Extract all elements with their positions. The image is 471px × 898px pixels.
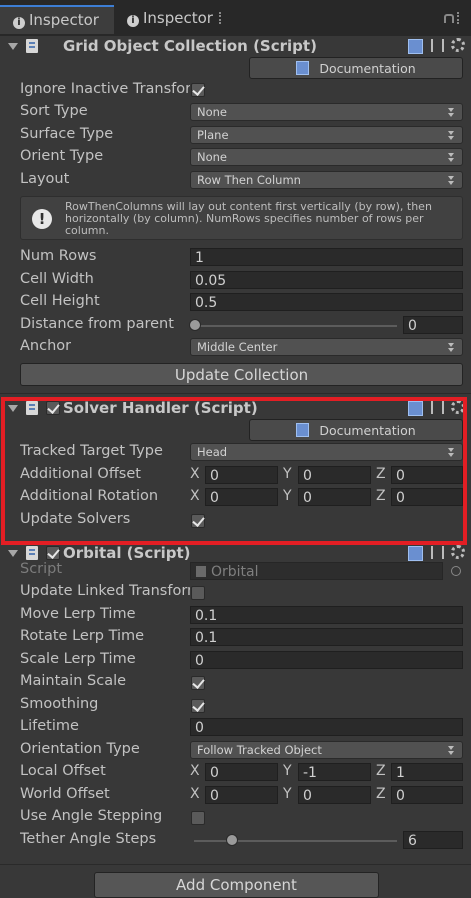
tab-inspector-2[interactable]: i Inspector — [118, 5, 228, 32]
object-picker-icon — [451, 566, 461, 576]
angle-stepping-checkbox[interactable] — [191, 811, 205, 825]
cell-height-label: Cell Height — [20, 293, 100, 309]
sort-type-dropdown[interactable]: None — [190, 103, 463, 121]
scale-lerp-field[interactable]: 0 — [190, 651, 463, 669]
script-object-field: Orbital — [190, 562, 443, 580]
sort-type-label: Sort Type — [20, 103, 88, 119]
cell-height-field[interactable]: 0.5 — [190, 293, 463, 311]
lifetime-field[interactable]: 0 — [190, 718, 463, 736]
tab-label: Inspector — [143, 9, 213, 27]
smoothing-label: Smoothing — [20, 696, 99, 712]
update-linked-checkbox[interactable] — [191, 586, 205, 600]
help-box: ! RowThenColumns will lay out content fi… — [20, 196, 463, 240]
gear-icon[interactable] — [451, 38, 465, 52]
help-book-icon[interactable] — [408, 546, 423, 561]
update-collection-button[interactable]: Update Collection — [20, 363, 463, 386]
tab-bar: i Inspector i Inspector — [0, 0, 471, 36]
info-icon: i — [127, 15, 139, 27]
script-file-icon — [196, 566, 206, 577]
orbital-enabled-checkbox[interactable] — [46, 546, 60, 560]
info-icon: i — [13, 17, 25, 29]
y-axis-label: Y — [283, 763, 292, 779]
ignore-inactive-checkbox[interactable] — [191, 83, 205, 97]
orient-type-dropdown[interactable]: None — [190, 148, 463, 166]
cell-width-label: Cell Width — [20, 271, 94, 287]
maintain-scale-checkbox[interactable] — [191, 676, 205, 690]
orient-type-label: Orient Type — [20, 148, 104, 164]
z-axis-label: Z — [376, 786, 386, 802]
script-icon — [26, 546, 38, 560]
num-rows-label: Num Rows — [20, 248, 97, 264]
help-book-icon[interactable] — [408, 39, 423, 54]
world-z-field[interactable]: 0 — [391, 786, 463, 804]
distance-label: Distance from parent — [20, 316, 174, 332]
distance-slider-knob[interactable] — [189, 319, 201, 331]
move-lerp-field[interactable]: 0.1 — [190, 606, 463, 624]
component-separator — [0, 393, 471, 394]
angle-stepping-label: Use Angle Stepping — [20, 808, 163, 824]
world-x-field[interactable]: 0 — [205, 786, 278, 804]
layout-dropdown[interactable]: Row Then Column — [190, 171, 463, 189]
highlight-box — [1, 397, 467, 545]
local-z-field[interactable]: 1 — [391, 763, 463, 781]
component-separator — [0, 864, 471, 865]
gear-icon[interactable] — [451, 545, 465, 559]
documentation-button[interactable]: Documentation — [249, 57, 463, 79]
tether-field[interactable]: 6 — [403, 831, 463, 849]
move-lerp-label: Move Lerp Time — [20, 606, 136, 622]
tether-slider-track[interactable] — [194, 840, 397, 842]
z-axis-label: Z — [376, 763, 386, 779]
update-linked-label: Update Linked Transform — [20, 583, 190, 599]
x-axis-label: X — [190, 786, 200, 802]
local-y-field[interactable]: -1 — [298, 763, 371, 781]
tab-inspector-1[interactable]: i Inspector — [0, 5, 114, 34]
local-x-field[interactable]: 0 — [205, 763, 278, 781]
lock-icon[interactable] — [444, 14, 454, 23]
scale-lerp-label: Scale Lerp Time — [20, 651, 136, 667]
help-text: RowThenColumns will lay out content firs… — [65, 200, 432, 237]
world-offset-label: World Offset — [20, 786, 110, 802]
tab-menu-icon[interactable] — [457, 12, 463, 24]
script-label: Script — [20, 561, 63, 577]
rotate-lerp-field[interactable]: 0.1 — [190, 628, 463, 646]
anchor-label: Anchor — [20, 338, 72, 354]
presets-icon[interactable] — [431, 546, 444, 559]
script-icon — [26, 39, 38, 53]
maintain-scale-label: Maintain Scale — [20, 673, 127, 689]
foldout-arrow-icon[interactable] — [8, 43, 18, 50]
orientation-type-label: Orientation Type — [20, 741, 140, 757]
y-axis-label: Y — [283, 786, 292, 802]
component-title: Orbital (Script) — [63, 544, 191, 562]
local-offset-label: Local Offset — [20, 763, 106, 779]
documentation-label: Documentation — [319, 61, 416, 76]
cell-width-field[interactable]: 0.05 — [190, 271, 463, 289]
tab-menu-icon[interactable] — [219, 12, 225, 24]
info-icon: ! — [32, 209, 52, 229]
surface-type-label: Surface Type — [20, 126, 114, 142]
surface-type-dropdown[interactable]: Plane — [190, 126, 463, 144]
add-component-button[interactable]: Add Component — [94, 872, 379, 898]
ignore-inactive-label: Ignore Inactive Transfor — [20, 81, 190, 97]
orientation-type-dropdown[interactable]: Follow Tracked Object — [190, 741, 463, 759]
anchor-dropdown[interactable]: Middle Center — [190, 338, 463, 356]
smoothing-checkbox[interactable] — [191, 699, 205, 713]
distance-slider-track[interactable] — [194, 325, 397, 327]
book-icon — [296, 61, 310, 75]
distance-field[interactable]: 0 — [403, 316, 463, 334]
world-y-field[interactable]: 0 — [298, 786, 371, 804]
presets-icon[interactable] — [431, 39, 444, 52]
lifetime-label: Lifetime — [20, 718, 79, 734]
grid-collection-header[interactable]: Grid Object Collection (Script) — [0, 36, 471, 58]
layout-label: Layout — [20, 171, 70, 187]
tab-label: Inspector — [29, 11, 99, 29]
foldout-arrow-icon[interactable] — [8, 550, 18, 557]
tether-slider-knob[interactable] — [226, 834, 238, 846]
rotate-lerp-label: Rotate Lerp Time — [20, 628, 145, 644]
num-rows-field[interactable]: 1 — [190, 248, 463, 266]
component-title: Grid Object Collection (Script) — [63, 37, 317, 55]
tether-steps-label: Tether Angle Steps — [20, 831, 157, 847]
x-axis-label: X — [190, 763, 200, 779]
script-value: Orbital — [211, 564, 259, 580]
